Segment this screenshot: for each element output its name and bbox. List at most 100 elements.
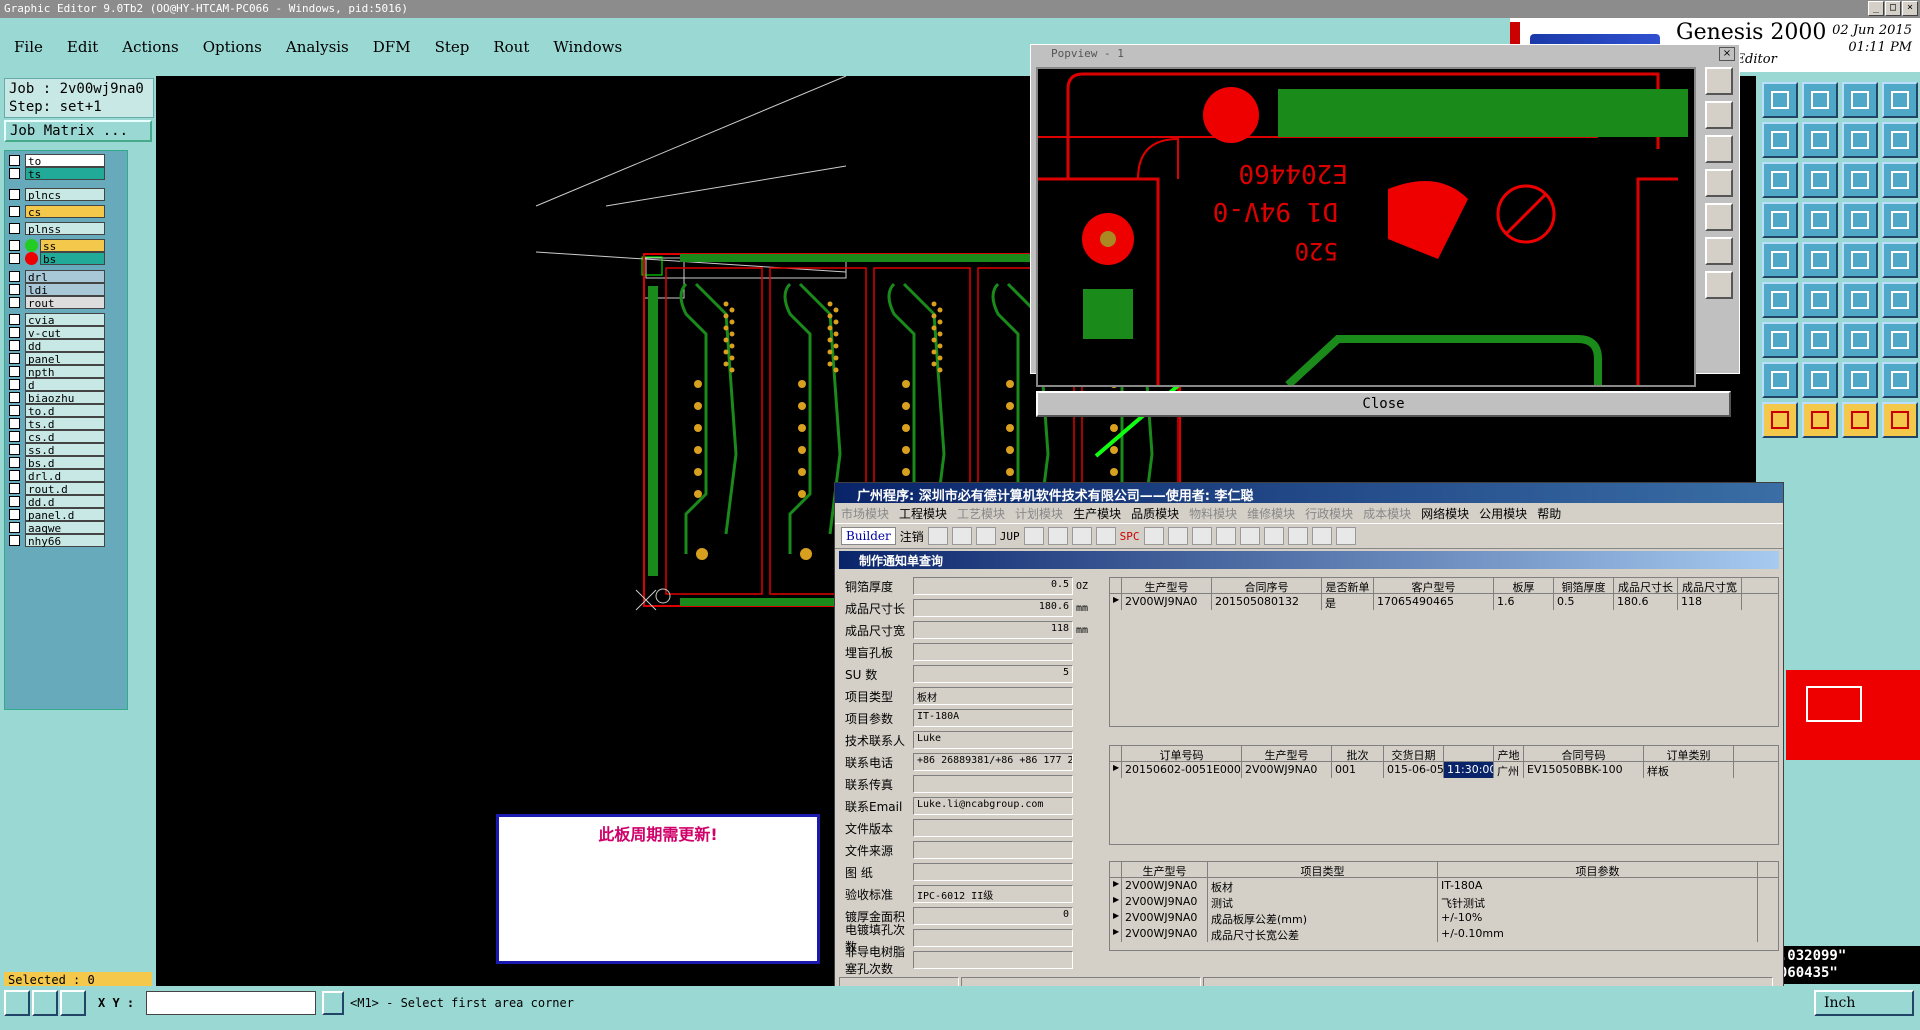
tool-button[interactable] — [1762, 122, 1798, 158]
tool-button[interactable] — [1802, 322, 1838, 358]
tool-button[interactable] — [1762, 282, 1798, 318]
tool-button[interactable] — [1882, 282, 1918, 318]
layer-row[interactable]: plncs — [9, 187, 105, 202]
tool-button[interactable] — [1882, 162, 1918, 198]
layer-checkbox[interactable] — [9, 326, 20, 338]
tool-button[interactable] — [1882, 402, 1918, 438]
form-field[interactable] — [913, 841, 1073, 859]
tool-button[interactable] — [1842, 162, 1878, 198]
tool-button[interactable] — [1882, 242, 1918, 278]
form-field[interactable] — [913, 643, 1073, 661]
layer-checkbox[interactable] — [9, 508, 20, 520]
form-field[interactable]: +86 26889381/+86 +86 177 2 — [913, 753, 1073, 771]
minimize-button[interactable]: _ — [1868, 1, 1884, 16]
grid-header-cell[interactable]: 生产型号 — [1122, 862, 1208, 877]
layer-checkbox[interactable] — [9, 404, 20, 416]
tool-button[interactable] — [1882, 202, 1918, 238]
center-icon[interactable] — [1705, 271, 1733, 299]
grid-header-cell[interactable]: 成品尺寸宽 — [1678, 578, 1742, 593]
zoom-in-icon[interactable] — [1705, 101, 1733, 129]
order-grid-2[interactable]: 订单号码 生产型号 批次 交货日期 产地 合同号码 订单类别 ▶ 20150602-0051E0… — [1109, 745, 1779, 845]
layer-row[interactable]: ts.d — [9, 416, 105, 431]
form-field[interactable]: IT-180A — [913, 709, 1073, 727]
erp-menu-item[interactable]: 工艺模块 — [957, 505, 1005, 521]
xy-input[interactable] — [146, 991, 316, 1015]
layer-row[interactable]: drl — [9, 269, 105, 284]
layer-checkbox[interactable] — [9, 339, 20, 351]
tool-button[interactable] — [1762, 322, 1798, 358]
erp-menu-item[interactable]: 行政模块 — [1305, 505, 1353, 521]
layer-row[interactable]: panel.d — [9, 507, 105, 522]
grid-header-cell[interactable]: 是否新单 — [1322, 578, 1374, 593]
tool-button[interactable] — [1842, 402, 1878, 438]
layer-row[interactable]: ss.d — [9, 442, 105, 457]
layer-row[interactable]: to.d — [9, 403, 105, 418]
form-field[interactable] — [913, 819, 1073, 837]
layer-checkbox[interactable] — [9, 154, 20, 166]
form-field[interactable]: Luke — [913, 731, 1073, 749]
db-icon[interactable] — [1047, 527, 1068, 545]
grid-header-cell[interactable]: 项目类型 — [1208, 862, 1438, 877]
layer-row[interactable]: v-cut — [9, 325, 105, 340]
grid-header-cell[interactable]: 合同号码 — [1524, 746, 1644, 761]
table-row[interactable]: ▶ 20150602-0051E000 2V00WJ9NA0 001 015-06-05… — [1110, 762, 1778, 778]
search-icon[interactable] — [1311, 527, 1332, 545]
tool-button[interactable] — [1762, 362, 1798, 398]
printer-icon[interactable] — [1095, 527, 1116, 545]
copy-icon[interactable] — [1191, 527, 1212, 545]
layer-checkbox[interactable] — [9, 296, 20, 308]
save-icon[interactable] — [1263, 527, 1284, 545]
layer-checkbox[interactable] — [9, 430, 20, 442]
tool-button[interactable] — [1802, 162, 1838, 198]
layer-checkbox[interactable] — [9, 205, 20, 217]
jup-button[interactable]: JUP — [1000, 530, 1020, 543]
layer-row[interactable]: aaqwe — [9, 520, 105, 535]
refresh-icon[interactable] — [1143, 527, 1164, 545]
layer-checkbox[interactable] — [9, 352, 20, 364]
layer-row[interactable]: nhy66 — [9, 533, 105, 548]
layer-row[interactable]: panel — [9, 351, 105, 366]
table-row[interactable]: ▶ 2V00WJ9NA0 201505080132 是 17065490465 1.6 0.… — [1110, 594, 1778, 610]
layer-row[interactable]: npth — [9, 364, 105, 379]
users-icon[interactable] — [1071, 527, 1092, 545]
grid-header-cell[interactable]: 订单号码 — [1122, 746, 1242, 761]
layer-row[interactable]: bs — [9, 251, 105, 266]
erp-menu-item[interactable]: 帮助 — [1537, 505, 1561, 521]
tool-button[interactable] — [1882, 122, 1918, 158]
excel-icon[interactable] — [951, 527, 972, 545]
tool-button[interactable] — [1842, 242, 1878, 278]
layer-checkbox[interactable] — [9, 167, 20, 179]
tool-button[interactable] — [1802, 282, 1838, 318]
grid-header-cell[interactable]: 产地 — [1494, 746, 1524, 761]
layer-checkbox[interactable] — [9, 495, 20, 507]
order-grid-1[interactable]: 生产型号 合同序号 是否新单 客户型号 板厚 铜箔厚度 成品尺寸长 成品尺寸宽 ▶ 2V00WJ9… — [1109, 577, 1779, 727]
tool-button[interactable] — [1842, 282, 1878, 318]
grid-icon[interactable] — [60, 990, 86, 1016]
form-field[interactable]: 0.5 — [913, 577, 1073, 595]
erp-menu-item[interactable]: 品质模块 — [1131, 505, 1179, 521]
logout-button[interactable]: 注销 — [900, 528, 924, 545]
form-field[interactable] — [913, 863, 1073, 881]
grid-header-cell[interactable]: 交货日期 — [1384, 746, 1444, 761]
menu-dfm[interactable]: DFM — [373, 38, 411, 56]
layer-checkbox[interactable] — [9, 313, 20, 325]
grid-header-cell[interactable]: 订单类别 — [1644, 746, 1734, 761]
tool-button[interactable] — [1882, 362, 1918, 398]
layer-checkbox[interactable] — [9, 365, 20, 377]
menu-rout[interactable]: Rout — [493, 38, 529, 56]
tool-button[interactable] — [1842, 362, 1878, 398]
table-row[interactable]: ▶ 2V00WJ9NA0 测试 飞针测试 — [1110, 894, 1778, 910]
menu-edit[interactable]: Edit — [67, 38, 98, 56]
grid-header-cell[interactable]: 板厚 — [1494, 578, 1554, 593]
layer-row[interactable]: bs.d — [9, 455, 105, 470]
zoom-out-icon[interactable] — [1705, 135, 1733, 163]
erp-menu-item[interactable]: 物料模块 — [1189, 505, 1237, 521]
form-field[interactable] — [913, 951, 1073, 969]
layer-checkbox[interactable] — [9, 270, 20, 282]
grid-header-cell[interactable] — [1444, 746, 1494, 761]
tool-icon-1[interactable] — [927, 527, 948, 545]
layer-checkbox[interactable] — [9, 534, 20, 546]
tool-button[interactable] — [1762, 242, 1798, 278]
layer-row[interactable]: dd.d — [9, 494, 105, 509]
menu-analysis[interactable]: Analysis — [286, 38, 349, 56]
